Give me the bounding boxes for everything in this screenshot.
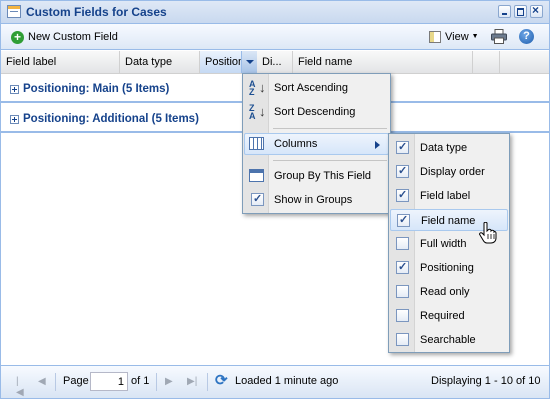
print-icon[interactable] [491, 29, 507, 44]
refresh-icon[interactable]: ⟳ [215, 373, 231, 389]
page-count: of 1 [131, 375, 150, 387]
column-toggle-label: Searchable [420, 334, 476, 346]
column-toggle-label: Positioning [420, 262, 474, 274]
sort-ascending-icon: AZ ↓ [249, 79, 266, 97]
separator [207, 373, 208, 391]
column-checkbox[interactable] [396, 260, 409, 274]
column-toggle-label: Full width [420, 238, 467, 250]
sort-descending-icon: ZA ↓ [249, 103, 266, 121]
page-label: Page [63, 375, 89, 387]
add-icon: + [11, 30, 24, 44]
column-header-field-label[interactable]: Field label [1, 51, 120, 73]
paging-toolbar: |◀ ◀ Page of 1 ▶ ▶| ⟳ Loaded 1 minute ag… [1, 365, 549, 398]
column-checkbox[interactable] [396, 188, 409, 202]
view-icon [429, 30, 441, 43]
column-menu-trigger[interactable] [241, 51, 257, 73]
chevron-down-icon: ▼ [471, 33, 479, 40]
expand-icon[interactable] [10, 115, 19, 124]
column-toggle-label: Field label [420, 190, 471, 202]
column-toggle-item[interactable]: Display order [390, 161, 508, 183]
previous-page-icon[interactable]: ◀ [38, 376, 48, 387]
menu-item-columns[interactable]: Columns [244, 133, 389, 155]
column-checkbox[interactable] [396, 164, 409, 178]
window-title-bar[interactable]: Custom Fields for Cases [1, 1, 549, 24]
help-icon[interactable]: ? [519, 29, 534, 44]
group-label: Positioning: Additional (5 Items) [23, 113, 199, 125]
menu-item-label: Show in Groups [274, 194, 353, 206]
load-status: Loaded 1 minute ago [235, 375, 339, 387]
expand-icon[interactable] [10, 85, 19, 94]
group-label: Positioning: Main (5 Items) [23, 83, 170, 95]
column-toggle-item[interactable]: Read only [390, 281, 508, 303]
column-header-field-name[interactable]: Field name [293, 51, 473, 73]
column-toggle-item[interactable]: Positioning [390, 257, 508, 279]
new-custom-field-button[interactable]: + New Custom Field [11, 29, 118, 45]
window-title: Custom Fields for Cases [26, 5, 167, 19]
last-page-icon[interactable]: ▶| [187, 376, 197, 387]
group-by-icon [249, 169, 264, 182]
maximize-icon[interactable] [514, 5, 527, 18]
column-header-data-type[interactable]: Data type [120, 51, 200, 73]
column-toggle-item[interactable]: Field label [390, 185, 508, 207]
separator [55, 373, 56, 391]
column-header-display-order[interactable]: Di... [257, 51, 293, 73]
menu-item-label: Sort Descending [274, 106, 356, 118]
menu-item-group-by[interactable]: Group By This Field [244, 165, 389, 187]
column-toggle-label: Field name [421, 215, 476, 227]
column-checkbox[interactable] [396, 309, 409, 322]
new-custom-field-label: New Custom Field [28, 31, 118, 43]
menu-item-label: Group By This Field [274, 170, 372, 182]
menu-item-sort-descending[interactable]: ZA ↓ Sort Descending [244, 101, 389, 123]
separator [156, 373, 157, 391]
columns-icon [249, 137, 264, 150]
menu-separator [273, 128, 387, 129]
window-icon [7, 5, 21, 18]
close-icon[interactable] [530, 3, 543, 18]
column-checkbox[interactable] [396, 285, 409, 298]
menu-item-sort-ascending[interactable]: AZ ↓ Sort Ascending [244, 77, 389, 99]
toolbar: + New Custom Field View ▼ ? [1, 24, 549, 50]
column-checkbox[interactable] [396, 140, 409, 154]
first-page-icon[interactable]: |◀ [16, 376, 26, 398]
column-toggle-item[interactable]: Required [390, 305, 508, 327]
displaying-count: Displaying 1 - 10 of 10 [431, 375, 541, 387]
grid-header: Field label Data type Position Di... Fie… [1, 51, 549, 74]
view-button[interactable]: View ▼ [429, 28, 479, 45]
column-toggle-label: Read only [420, 286, 470, 298]
hand-cursor-icon [479, 222, 497, 244]
page-number-input[interactable] [90, 372, 128, 391]
column-toggle-label: Required [420, 310, 465, 322]
minimize-icon[interactable] [498, 5, 511, 18]
column-toggle-item[interactable]: Searchable [390, 329, 508, 351]
menu-item-label: Sort Ascending [274, 82, 348, 94]
column-header-empty [473, 51, 500, 73]
next-page-icon[interactable]: ▶ [165, 376, 175, 387]
column-checkbox[interactable] [396, 333, 409, 346]
view-label: View [445, 30, 469, 43]
column-menu: AZ ↓ Sort Ascending ZA ↓ Sort Descending… [242, 73, 391, 214]
column-checkbox[interactable] [396, 237, 409, 250]
menu-item-label: Columns [274, 138, 318, 150]
column-toggle-item[interactable]: Data type [390, 137, 508, 159]
menu-separator [273, 160, 387, 161]
show-in-groups-checkbox[interactable] [251, 192, 264, 206]
column-checkbox[interactable] [397, 213, 410, 227]
column-toggle-label: Data type [420, 142, 468, 154]
submenu-arrow-icon [375, 141, 380, 149]
menu-item-show-in-groups[interactable]: Show in Groups [244, 189, 389, 211]
column-toggle-label: Display order [420, 166, 485, 178]
